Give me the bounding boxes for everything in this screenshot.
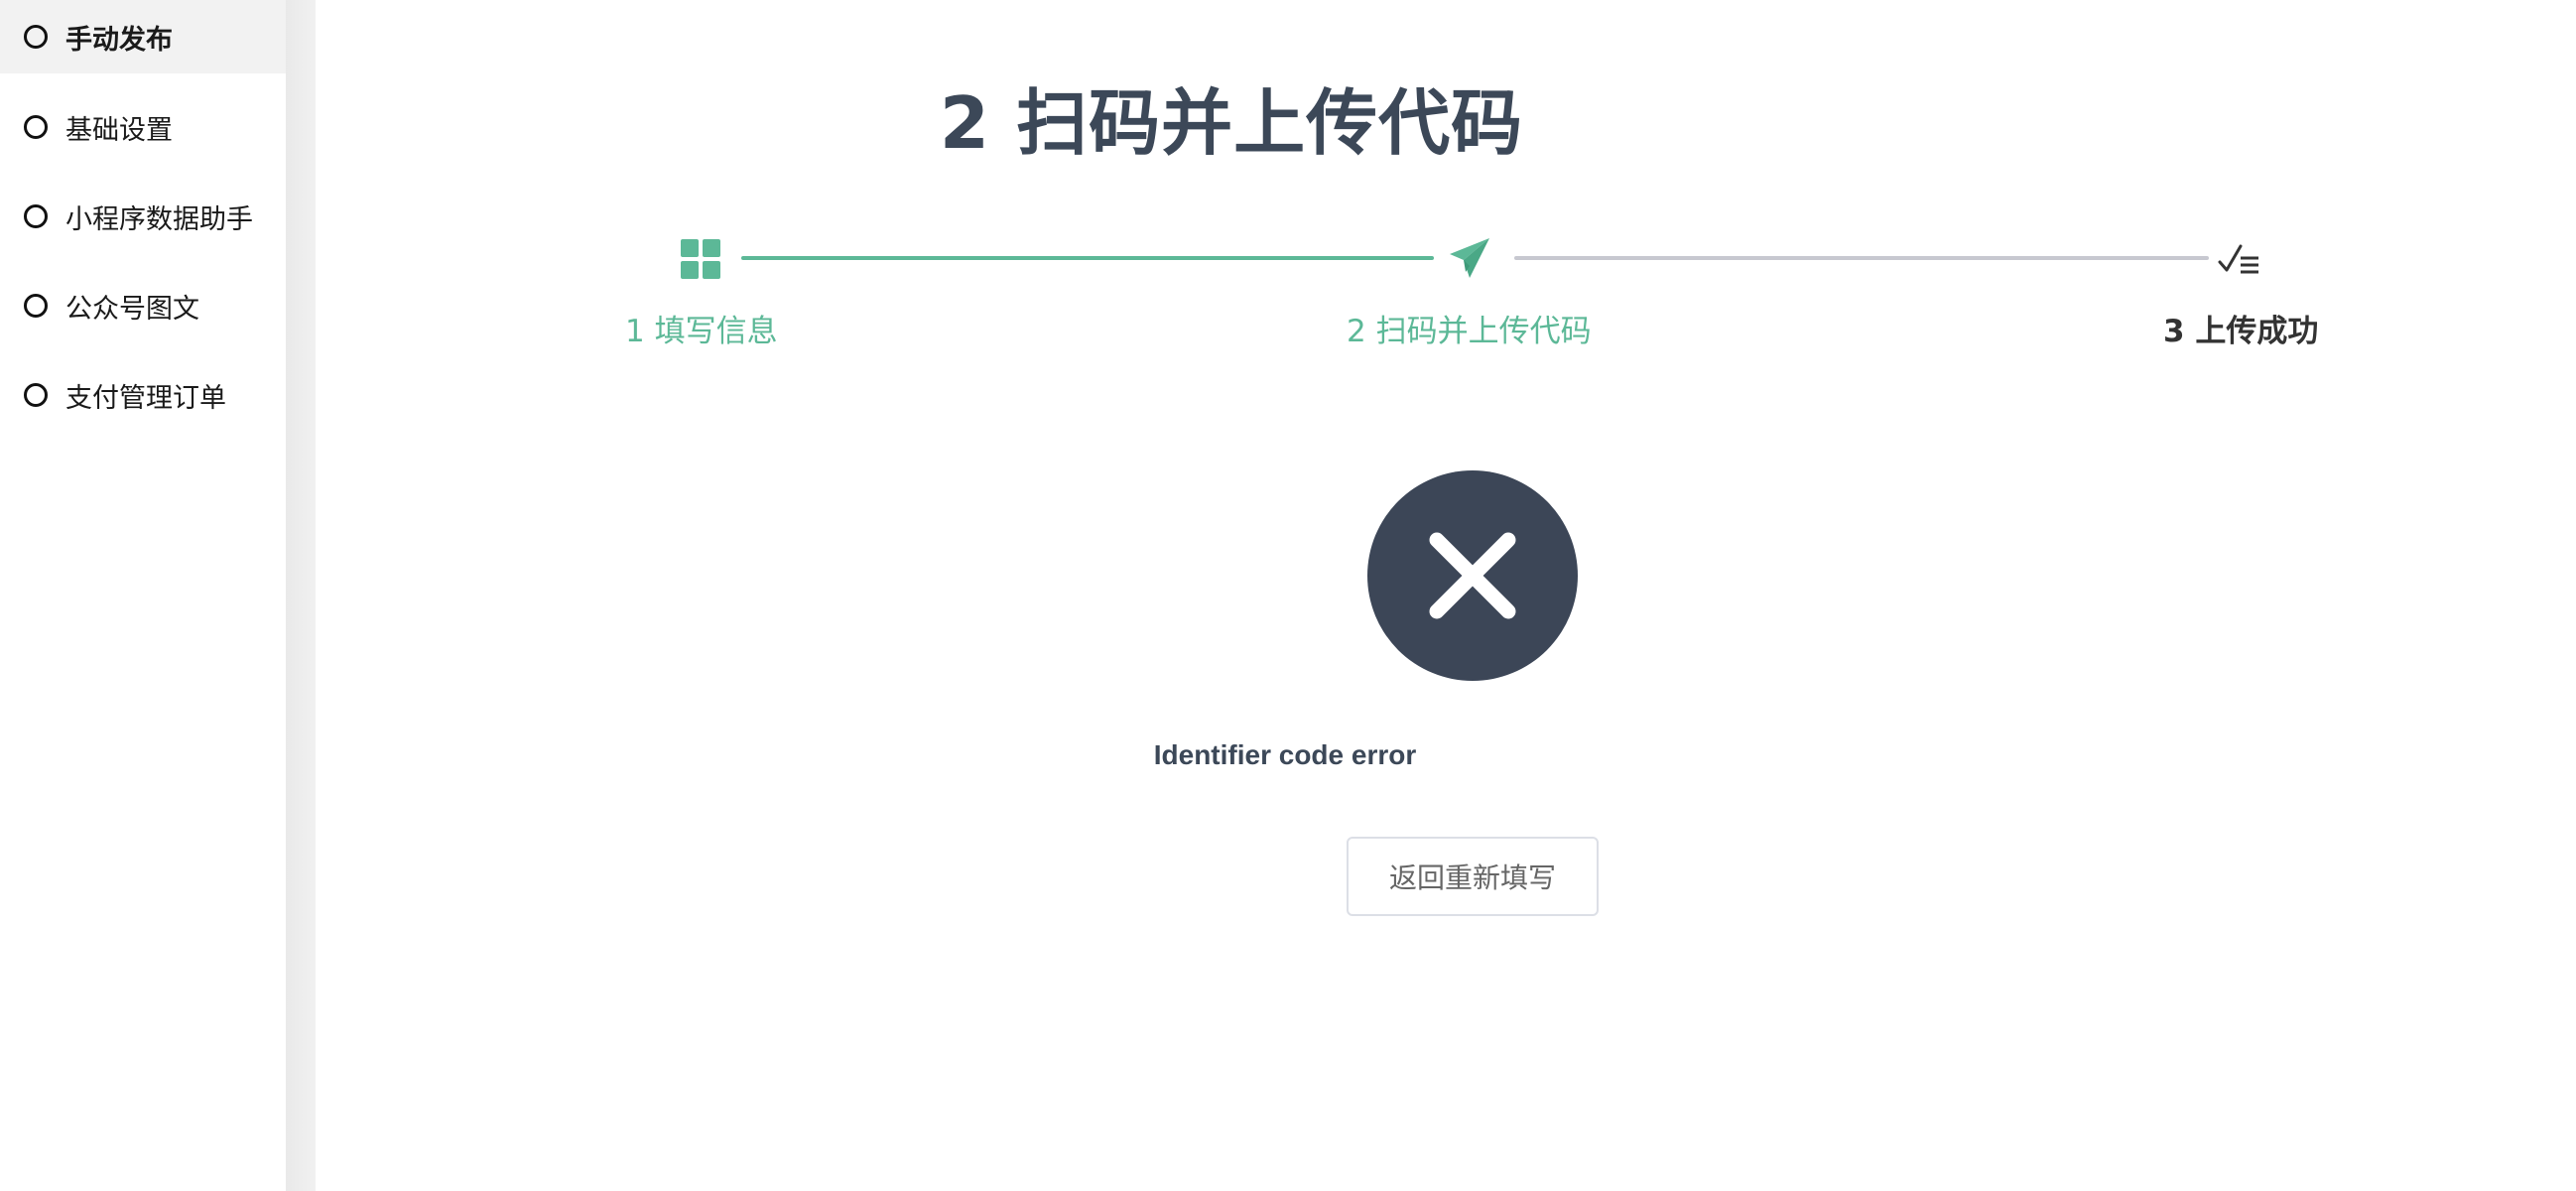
- circle-outline-icon: [24, 294, 48, 318]
- sidebar-item-miniprogram-data[interactable]: 小程序数据助手: [0, 181, 286, 252]
- sidebar-item-official-account-articles[interactable]: 公众号图文: [0, 270, 286, 341]
- step-3-label: 3 上传成功: [2163, 314, 2319, 349]
- error-message: Identifier code error: [1153, 739, 1417, 770]
- sidebar-separator: [286, 0, 316, 1191]
- sidebar-item-label: 支付管理订单: [65, 382, 226, 414]
- circle-outline-icon: [24, 115, 48, 139]
- checklist-icon: [2218, 244, 2258, 274]
- sidebar-item-label: 公众号图文: [65, 293, 199, 325]
- close-icon: [1429, 532, 1516, 619]
- sidebar-item-label: 小程序数据助手: [65, 203, 253, 235]
- sidebar-item-payment-orders[interactable]: 支付管理订单: [0, 359, 286, 431]
- sidebar-item-label: 手动发布: [65, 24, 173, 56]
- circle-outline-icon: [24, 25, 48, 49]
- circle-outline-icon: [24, 204, 48, 228]
- step-2-label: 2 扫码并上传代码: [1347, 314, 1592, 349]
- sidebar: 手动发布 基础设置 小程序数据助手 公众号图文 支付管理订单: [0, 0, 286, 1191]
- step-connector-pending: [1514, 256, 2209, 260]
- error-x-icon: [1367, 470, 1578, 681]
- progress-steps: 1 填写信息 2 扫码并上传代码 3 上传成功: [316, 0, 2576, 397]
- main-content: 2 扫码并上传代码 1 填写信息 2 扫码并上传代码 3 上传成功 Identi…: [316, 0, 2576, 1191]
- grid-icon: [681, 239, 720, 279]
- app-layout: 手动发布 基础设置 小程序数据助手 公众号图文 支付管理订单 2 扫码并上传代码: [0, 0, 2576, 1191]
- circle-outline-icon: [24, 383, 48, 407]
- step-connector-completed: [741, 256, 1434, 260]
- back-to-edit-button[interactable]: 返回重新填写: [1347, 837, 1599, 916]
- sidebar-item-manual-publish[interactable]: 手动发布: [0, 0, 286, 73]
- step-1-label: 1 填写信息: [625, 314, 778, 349]
- paper-plane-icon: [1450, 238, 1489, 278]
